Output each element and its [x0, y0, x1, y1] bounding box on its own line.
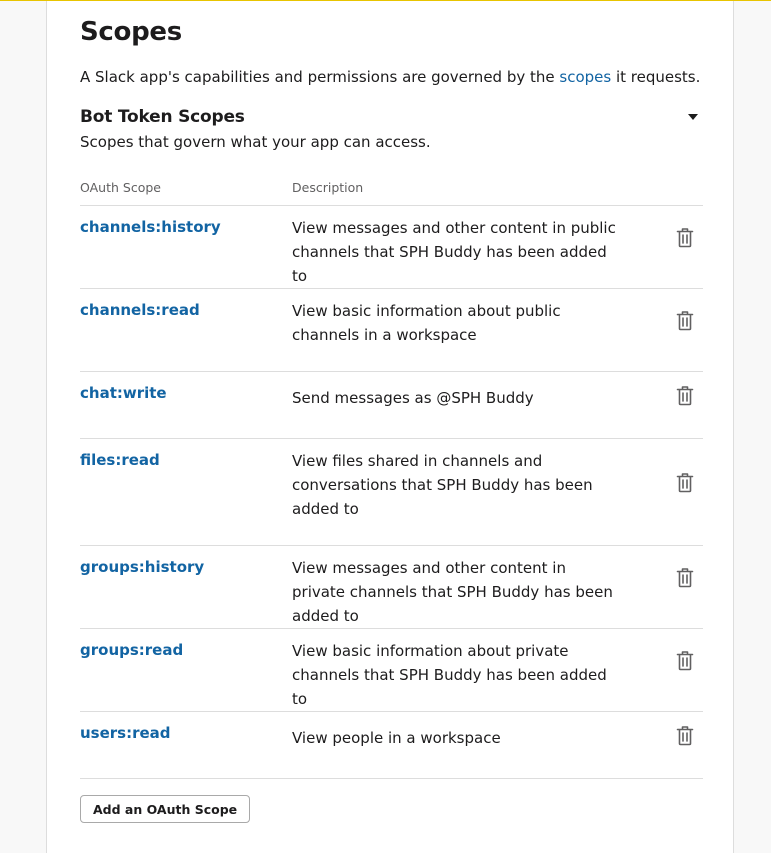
add-oauth-scope-button[interactable]: Add an OAuth Scope: [80, 795, 251, 823]
table-row: users:read View people in a workspace: [80, 711, 703, 778]
trash-icon[interactable]: [676, 228, 694, 248]
scope-description: Send messages as @SPH Buddy: [292, 389, 534, 407]
scopes-table: channels:history View messages and other…: [80, 205, 703, 779]
table-row: channels:history View messages and other…: [80, 205, 703, 288]
scope-name[interactable]: users:read: [80, 724, 171, 742]
scope-name[interactable]: channels:read: [80, 301, 200, 319]
scopes-card: Scopes A Slack app's capabilities and pe…: [46, 1, 734, 853]
intro-text-before: A Slack app's capabilities and permissio…: [80, 68, 560, 86]
scopes-intro: A Slack app's capabilities and permissio…: [80, 68, 700, 86]
scope-name[interactable]: channels:history: [80, 218, 221, 236]
scope-description: View people in a workspace: [292, 729, 501, 747]
table-bottom-divider: [80, 778, 703, 779]
table-row: chat:write Send messages as @SPH Buddy: [80, 371, 703, 438]
column-header-description: Description: [292, 180, 364, 195]
table-row: groups:read View basic information about…: [80, 628, 703, 711]
scope-name[interactable]: groups:read: [80, 641, 183, 659]
scope-description: View files shared in channels and conver…: [292, 452, 593, 518]
scope-description: View messages and other content in priva…: [292, 559, 613, 625]
column-header-oauth-scope: OAuth Scope: [80, 180, 161, 195]
trash-icon[interactable]: [676, 311, 694, 331]
trash-icon[interactable]: [676, 473, 694, 493]
scope-description: View messages and other content in publi…: [292, 219, 616, 285]
trash-icon[interactable]: [676, 568, 694, 588]
scope-name[interactable]: groups:history: [80, 558, 204, 576]
trash-icon[interactable]: [676, 386, 694, 406]
trash-icon[interactable]: [676, 726, 694, 746]
bot-token-scopes-subtitle: Scopes that govern what your app can acc…: [80, 133, 431, 151]
table-row: groups:history View messages and other c…: [80, 545, 703, 628]
scope-name[interactable]: files:read: [80, 451, 160, 469]
trash-icon[interactable]: [676, 651, 694, 671]
bot-token-scopes-heading: Bot Token Scopes: [80, 107, 245, 127]
caret-down-icon[interactable]: [687, 112, 699, 122]
scope-description: View basic information about public chan…: [292, 302, 561, 344]
table-row: channels:read View basic information abo…: [80, 288, 703, 371]
scopes-link[interactable]: scopes: [559, 68, 611, 86]
scope-name[interactable]: chat:write: [80, 384, 167, 402]
table-row: files:read View files shared in channels…: [80, 438, 703, 545]
scope-description: View basic information about private cha…: [292, 642, 607, 708]
intro-text-after: it requests.: [611, 68, 701, 86]
page-title: Scopes: [80, 17, 182, 47]
